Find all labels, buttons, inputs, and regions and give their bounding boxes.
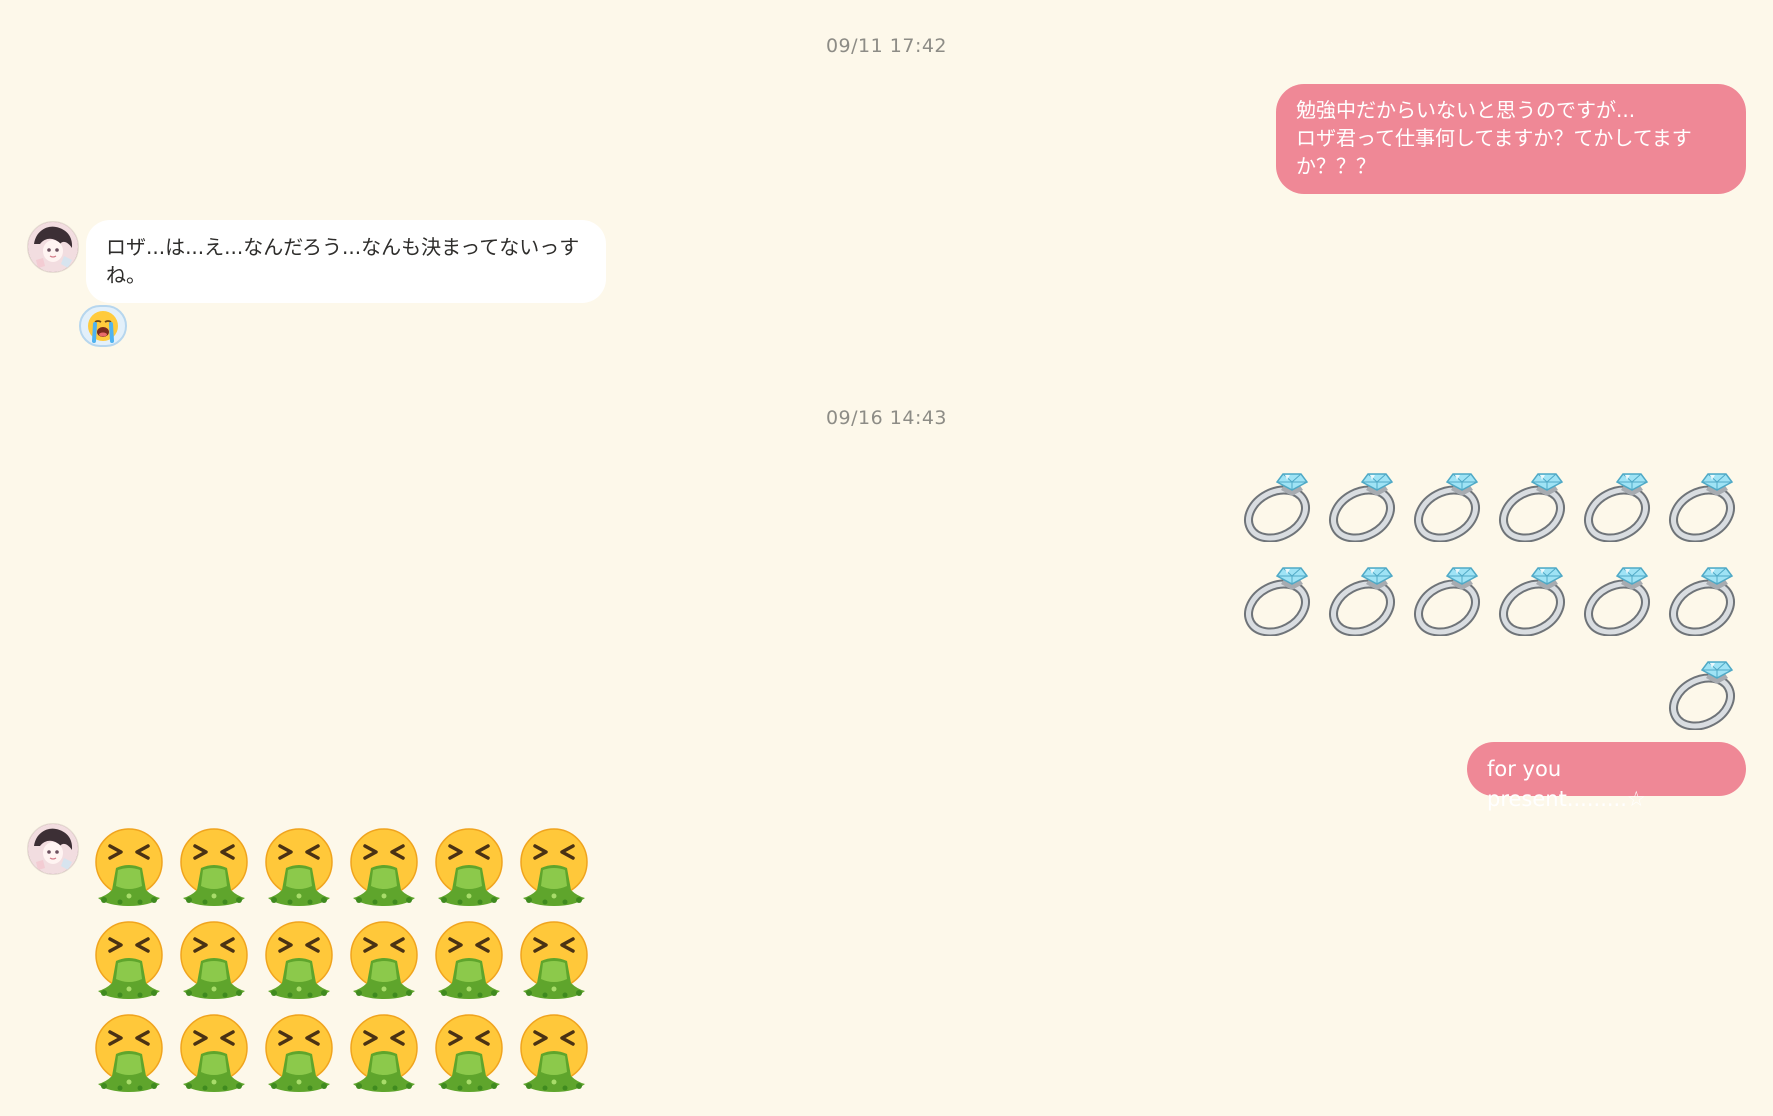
vomiting-face-emoji <box>256 826 341 919</box>
avatar-image <box>28 824 78 874</box>
vomiting-face-emoji <box>426 919 511 1012</box>
vomiting-face-emoji <box>171 826 256 919</box>
ring-icon <box>1498 473 1565 542</box>
ring-icon <box>1243 567 1310 636</box>
ring-icon <box>1498 567 1565 636</box>
vomiting-face-icon <box>434 1014 503 1092</box>
ring-emoji <box>1236 462 1321 556</box>
avatar[interactable] <box>27 221 79 273</box>
vomiting-face-emoji <box>341 919 426 1012</box>
ring-emoji <box>1406 462 1491 556</box>
ring-emoji <box>1321 556 1406 650</box>
ring-icon <box>1243 473 1310 542</box>
ring-emoji <box>1406 556 1491 650</box>
incoming-message-bubble[interactable]: ロザ...は...え...なんだろう...なんも決まってないっすね。 <box>86 220 606 303</box>
outgoing-message-bubble[interactable]: 勉強中だからいないと思うのですが... ロザ君って仕事何してますか？てかしてます… <box>1276 84 1746 194</box>
vomiting-face-icon <box>519 828 588 906</box>
vomiting-face-emoji <box>341 1012 426 1105</box>
ring-icon <box>1668 473 1735 542</box>
vomiting-face-icon <box>349 1014 418 1092</box>
vomiting-face-icon <box>94 1014 163 1092</box>
vomiting-face-icon <box>519 1014 588 1092</box>
reaction-badge[interactable] <box>79 305 127 347</box>
ring-icon <box>1668 661 1735 730</box>
vomiting-face-icon <box>264 1014 333 1092</box>
vomiting-face-icon <box>519 921 588 999</box>
outgoing-emoji-message[interactable] <box>1236 462 1746 744</box>
vomiting-face-emoji <box>171 919 256 1012</box>
ring-icon <box>1583 473 1650 542</box>
vomiting-face-emoji <box>511 826 596 919</box>
ring-emoji <box>1576 556 1661 650</box>
ring-icon <box>1328 567 1395 636</box>
ring-icon <box>1413 473 1480 542</box>
vomiting-face-emoji <box>511 1012 596 1105</box>
ring-emoji <box>1661 650 1746 744</box>
vomiting-face-icon <box>434 828 503 906</box>
vomiting-face-emoji <box>86 1012 171 1105</box>
avatar-image <box>28 222 78 272</box>
vomiting-face-icon <box>349 828 418 906</box>
vomiting-face-emoji <box>171 1012 256 1105</box>
vomiting-face-icon <box>264 921 333 999</box>
ring-emoji <box>1661 556 1746 650</box>
ring-icon <box>1583 567 1650 636</box>
timestamp: 09/11 17:42 <box>825 35 948 57</box>
avatar[interactable] <box>27 823 79 875</box>
incoming-emoji-message[interactable] <box>86 826 596 1105</box>
vomiting-face-icon <box>179 921 248 999</box>
ring-icon <box>1328 473 1395 542</box>
vomiting-face-emoji <box>341 826 426 919</box>
vomiting-face-icon <box>94 828 163 906</box>
loudly-crying-face-icon <box>88 311 118 343</box>
ring-emoji <box>1576 462 1661 556</box>
ring-emoji <box>1491 556 1576 650</box>
ring-icon <box>1668 567 1735 636</box>
vomiting-face-emoji <box>256 919 341 1012</box>
vomiting-face-emoji <box>426 826 511 919</box>
vomiting-face-emoji <box>256 1012 341 1105</box>
ring-icon <box>1413 567 1480 636</box>
vomiting-face-emoji <box>426 1012 511 1105</box>
vomiting-face-icon <box>179 1014 248 1092</box>
ring-emoji <box>1321 462 1406 556</box>
timestamp: 09/16 14:43 <box>825 407 948 429</box>
vomiting-face-emoji <box>86 826 171 919</box>
ring-emoji <box>1236 556 1321 650</box>
vomiting-face-emoji <box>511 919 596 1012</box>
vomiting-face-icon <box>264 828 333 906</box>
vomiting-face-icon <box>434 921 503 999</box>
vomiting-face-emoji <box>86 919 171 1012</box>
vomiting-face-icon <box>349 921 418 999</box>
vomiting-face-icon <box>179 828 248 906</box>
ring-emoji <box>1491 462 1576 556</box>
ring-emoji <box>1661 462 1746 556</box>
vomiting-face-icon <box>94 921 163 999</box>
outgoing-message-bubble[interactable]: for you present.........☆ <box>1467 742 1746 811</box>
